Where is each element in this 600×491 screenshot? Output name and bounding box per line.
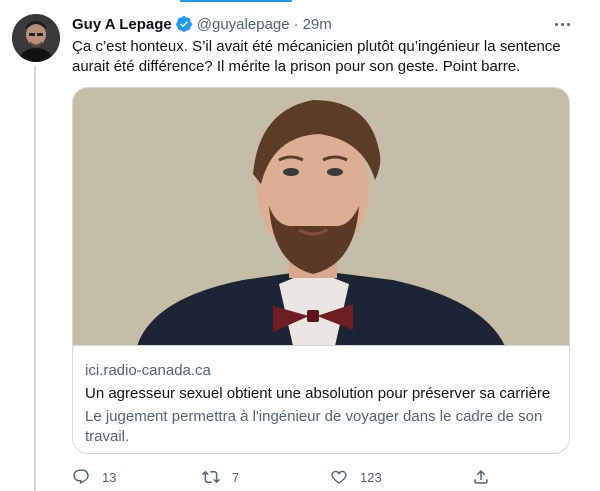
tweet-text: Ça c’est honteux. S’il avait été mécanic… <box>72 38 561 75</box>
tweet[interactable]: Guy A Lepage @guyalepage · 29m Ça c’est … <box>0 0 600 491</box>
share-icon <box>474 469 488 484</box>
retweet-count: 7 <box>232 469 240 485</box>
retweet-icon <box>202 470 220 484</box>
reply-button[interactable]: 13 <box>72 466 116 488</box>
like-count: 123 <box>360 469 382 485</box>
display-name[interactable]: Guy A Lepage <box>72 16 172 33</box>
avatar[interactable] <box>12 14 60 62</box>
tweet-header: Guy A Lepage @guyalepage · 29m <box>72 14 332 34</box>
retweet-button[interactable]: 7 <box>202 466 239 488</box>
handle[interactable]: @guyalepage <box>197 16 290 33</box>
card-domain: ici.radio-canada.ca <box>85 362 211 379</box>
action-bar: 13 7 123 <box>72 466 502 488</box>
card-meta: ici.radio-canada.ca Un agresseur sexuel … <box>85 361 557 447</box>
separator-dot: · <box>293 15 299 33</box>
timestamp[interactable]: 29m <box>303 16 332 33</box>
thread-line <box>34 66 36 491</box>
share-button[interactable] <box>472 466 490 488</box>
like-icon <box>331 470 347 484</box>
more-icon[interactable] <box>551 14 573 34</box>
like-button[interactable]: 123 <box>330 466 382 488</box>
reply-icon <box>73 469 89 485</box>
link-card[interactable]: ici.radio-canada.ca Un agresseur sexuel … <box>72 87 570 454</box>
card-description: Le jugement permettra à l'ingénieur de v… <box>85 408 543 445</box>
card-image <box>73 88 569 346</box>
reply-count: 13 <box>102 469 117 485</box>
verified-badge-icon <box>175 16 192 32</box>
card-title: Un agresseur sexuel obtient une absoluti… <box>85 385 551 402</box>
